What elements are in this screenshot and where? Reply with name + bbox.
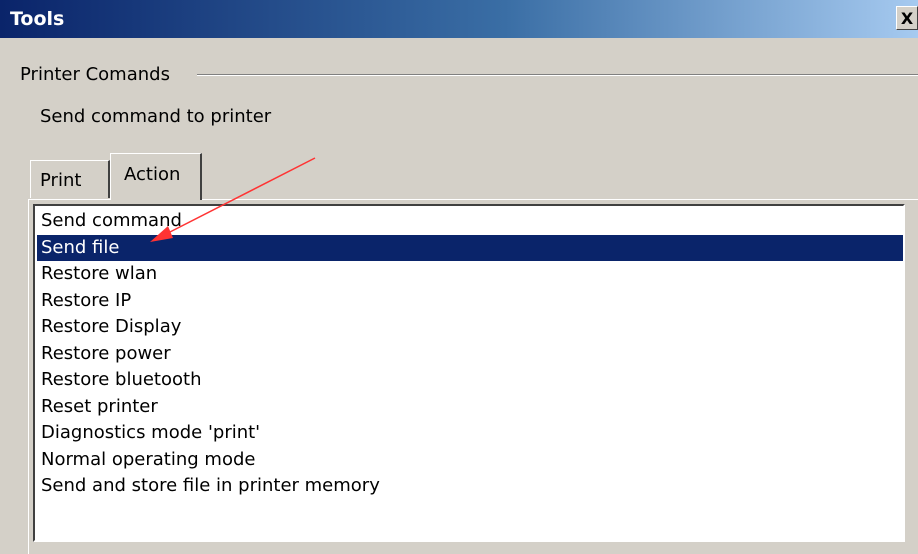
list-item[interactable]: Restore power: [37, 341, 903, 368]
group-description: Send command to printer: [40, 106, 272, 127]
action-listbox[interactable]: Send command Send file Restore wlan Rest…: [33, 204, 905, 542]
list-item[interactable]: Reset printer: [37, 394, 903, 421]
list-item[interactable]: Restore bluetooth: [37, 367, 903, 394]
close-button[interactable]: X: [896, 6, 918, 30]
list-item[interactable]: Send file: [37, 234, 903, 261]
list-item[interactable]: Normal operating mode: [37, 447, 903, 474]
window-title: Tools: [10, 8, 65, 30]
list-item[interactable]: Send command: [37, 208, 903, 235]
title-bar[interactable]: Tools X: [0, 0, 918, 38]
list-item[interactable]: Restore wlan: [37, 261, 903, 288]
tab-action[interactable]: Action: [110, 153, 202, 200]
list-item[interactable]: Restore Display: [37, 314, 903, 341]
group-divider: [197, 74, 918, 76]
list-item[interactable]: Send and store file in printer memory: [37, 473, 903, 500]
list-item[interactable]: Restore IP: [37, 288, 903, 315]
group-label: Printer Comands: [20, 64, 170, 85]
tab-action-label: Action: [124, 164, 181, 185]
tab-print-label: Print: [40, 170, 82, 191]
tab-print[interactable]: Print: [30, 160, 110, 198]
list-item[interactable]: Diagnostics mode 'print': [37, 420, 903, 447]
